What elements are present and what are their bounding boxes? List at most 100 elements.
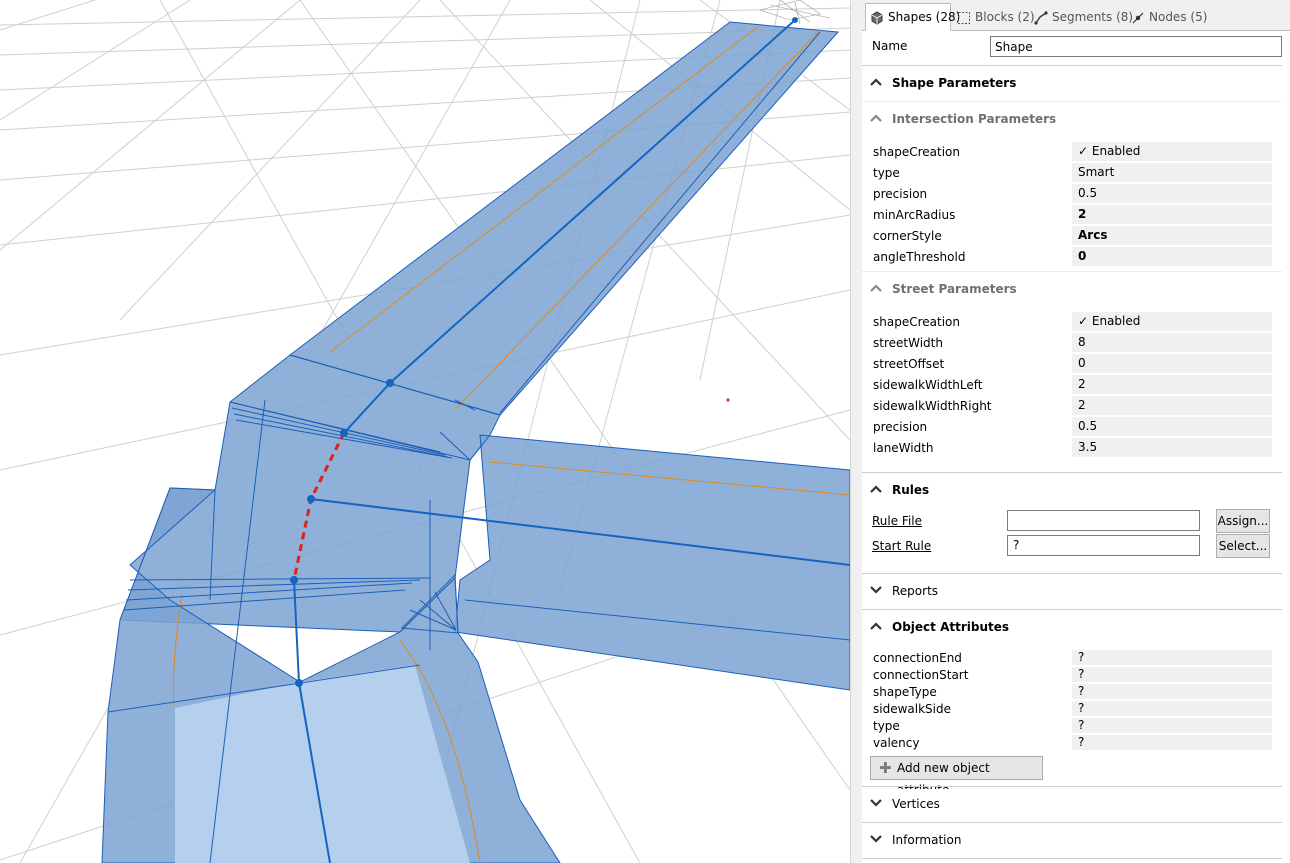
select-button[interactable]: Select... (1216, 534, 1270, 558)
divider (862, 858, 1282, 859)
attribute-value[interactable]: ? (1072, 650, 1272, 665)
param-row: angleThreshold 0 (862, 247, 1282, 267)
section-object-attributes[interactable]: Object Attributes (862, 612, 1282, 642)
section-title: Vertices (892, 797, 940, 811)
section-title: Street Parameters (892, 282, 1017, 296)
nodes-icon (1132, 12, 1144, 23)
marker-dot (726, 398, 730, 402)
attribute-value[interactable]: ? (1072, 667, 1272, 682)
param-value[interactable]: 2 (1072, 375, 1272, 394)
attribute-value[interactable]: ? (1072, 684, 1272, 699)
divider (862, 609, 1282, 610)
attribute-key: valency (873, 736, 920, 750)
param-key: angleThreshold (873, 250, 966, 264)
chevron-up-icon (870, 622, 882, 630)
tab-blocks[interactable]: Blocks (2) (952, 3, 1035, 29)
param-value[interactable]: ✓ Enabled (1072, 312, 1272, 331)
param-value[interactable]: 0 (1072, 354, 1272, 373)
param-key: streetOffset (873, 357, 945, 371)
param-value[interactable]: Smart (1072, 163, 1272, 182)
attribute-row: connectionStart ? (862, 667, 1282, 684)
blocks-icon (958, 11, 970, 24)
attribute-value[interactable]: ? (1072, 701, 1272, 716)
rule-file-link[interactable]: Rule File (872, 514, 922, 528)
param-value[interactable]: 3.5 (1072, 438, 1272, 457)
param-value[interactable]: 0 (1072, 247, 1272, 266)
param-value[interactable]: 0.5 (1072, 184, 1272, 203)
param-key: shapeCreation (873, 315, 960, 329)
tab-segments-label: Segments (8) (1052, 10, 1134, 24)
section-reports[interactable]: Reports (862, 576, 1282, 606)
param-row: shapeCreation ✓ Enabled (862, 142, 1282, 162)
param-row: streetOffset 0 (862, 354, 1282, 374)
tab-shapes[interactable]: Shapes (28) (865, 3, 960, 31)
section-street-parameters[interactable]: Street Parameters (862, 274, 1282, 304)
chevron-up-icon (870, 284, 882, 292)
param-key: minArcRadius (873, 208, 956, 222)
param-value[interactable]: 8 (1072, 333, 1272, 352)
section-rules[interactable]: Rules (862, 475, 1282, 505)
inspector-tabs: Shapes (28) Blocks (2) Segments (8) Node… (862, 0, 1290, 31)
attribute-row: valency ? (862, 735, 1282, 752)
section-title: Object Attributes (892, 620, 1010, 634)
plus-icon: ✚ (879, 759, 892, 777)
attribute-key: connectionEnd (873, 651, 962, 665)
param-key: sidewalkWidthRight (873, 399, 992, 413)
chevron-up-icon (870, 485, 882, 493)
divider (862, 472, 1282, 473)
param-key: type (873, 166, 900, 180)
divider (862, 573, 1282, 574)
add-attribute-button[interactable]: ✚ Add new object attribute... (870, 756, 1043, 797)
param-row: precision 0.5 (862, 417, 1282, 437)
param-value[interactable]: Arcs (1072, 226, 1272, 245)
attribute-key: shapeType (873, 685, 937, 699)
chevron-down-icon (870, 835, 882, 843)
divider (862, 271, 1282, 272)
tab-shapes-label: Shapes (28) (888, 10, 961, 24)
chevron-up-icon (870, 114, 882, 122)
attribute-row: sidewalkSide ? (862, 701, 1282, 718)
start-rule-field[interactable]: ? (1007, 535, 1200, 556)
scene-canvas[interactable] (0, 0, 850, 863)
rule-file-field[interactable] (1007, 510, 1200, 531)
param-row: shapeCreation ✓ Enabled (862, 312, 1282, 332)
param-key: precision (873, 187, 928, 201)
section-vertices[interactable]: Vertices (862, 789, 1282, 819)
param-value[interactable]: ✓ Enabled (1072, 142, 1272, 161)
attribute-key: sidewalkSide (873, 702, 951, 716)
chevron-up-icon (870, 78, 882, 86)
param-value[interactable]: 2 (1072, 396, 1272, 415)
section-title: Information (892, 833, 962, 847)
param-value[interactable]: 0.5 (1072, 417, 1272, 436)
name-field[interactable] (990, 36, 1282, 57)
assign-button[interactable]: Assign... (1216, 509, 1270, 533)
tab-nodes[interactable]: Nodes (5) (1126, 3, 1208, 29)
section-shape-parameters[interactable]: Shape Parameters (862, 68, 1282, 98)
section-information[interactable]: Information (862, 825, 1282, 855)
attribute-row: type ? (862, 718, 1282, 735)
section-title: Rules (892, 483, 930, 497)
start-rule-link[interactable]: Start Rule (872, 539, 931, 553)
param-value[interactable]: 2 (1072, 205, 1272, 224)
attribute-value[interactable]: ? (1072, 735, 1272, 750)
section-intersection-parameters[interactable]: Intersection Parameters (862, 104, 1282, 134)
inspector-panel: Shapes (28) Blocks (2) Segments (8) Node… (862, 0, 1290, 863)
param-row: type Smart (862, 163, 1282, 183)
param-key: sidewalkWidthLeft (873, 378, 983, 392)
param-key: shapeCreation (873, 145, 960, 159)
tab-nodes-label: Nodes (5) (1149, 10, 1208, 24)
chevron-down-icon (870, 586, 882, 594)
section-title: Intersection Parameters (892, 112, 1057, 126)
param-row: sidewalkWidthLeft 2 (862, 375, 1282, 395)
3d-viewport[interactable] (0, 0, 850, 863)
param-row: precision 0.5 (862, 184, 1282, 204)
attribute-value[interactable]: ? (1072, 718, 1272, 733)
param-key: laneWidth (873, 441, 934, 455)
param-row: cornerStyle Arcs (862, 226, 1282, 246)
param-row: sidewalkWidthRight 2 (862, 396, 1282, 416)
tab-segments[interactable]: Segments (8) (1029, 3, 1133, 29)
param-key: precision (873, 420, 928, 434)
param-key: cornerStyle (873, 229, 942, 243)
attribute-key: type (873, 719, 900, 733)
divider (862, 101, 1282, 102)
